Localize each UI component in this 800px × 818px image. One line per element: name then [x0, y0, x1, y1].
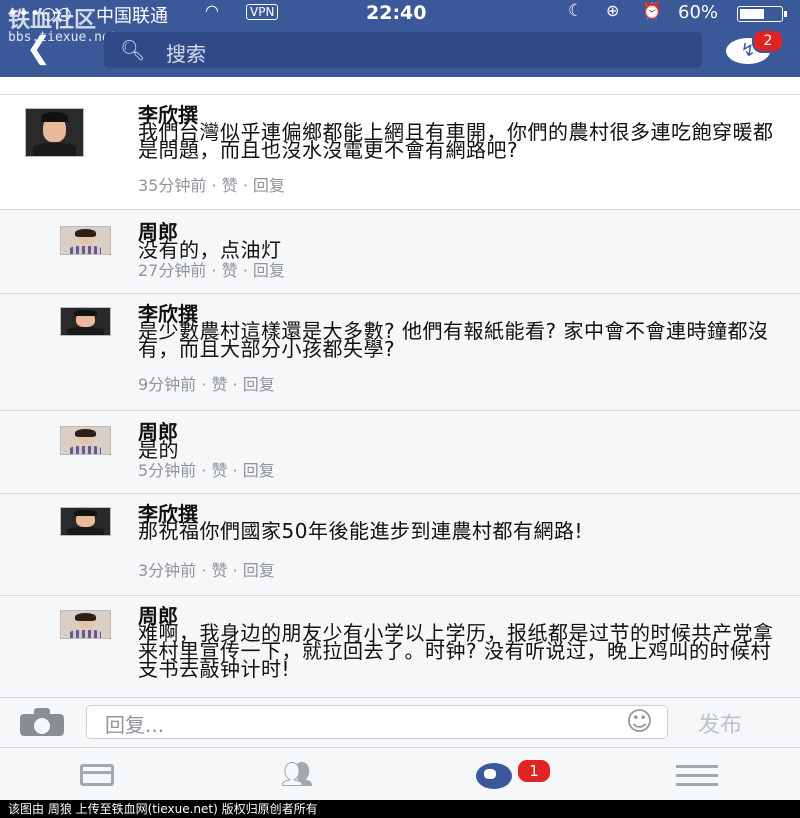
- wifi-icon: ◠: [205, 1, 219, 20]
- comment-meta: 3分钟前 · 赞 · 回复: [138, 561, 275, 580]
- battery-percent: 60%: [678, 2, 719, 23]
- camera-icon: [34, 718, 50, 734]
- reply-item: 李欣撰 那祝福你們國家50年後能進步到連農村都有網路! 3分钟前 · 赞 · 回…: [0, 494, 800, 596]
- reply-item: 周郎 没有的，点油灯 27分钟前 · 赞 · 回复: [0, 210, 800, 294]
- like-link[interactable]: 赞: [222, 261, 238, 280]
- clock: 22:40: [366, 2, 427, 24]
- avatar[interactable]: [60, 226, 111, 255]
- reply-link[interactable]: 回复: [243, 561, 275, 580]
- avatar[interactable]: [60, 426, 111, 455]
- previous-content-strip: [0, 77, 800, 95]
- tab-menu[interactable]: [672, 758, 722, 792]
- chevron-left-icon: ❮: [26, 31, 52, 66]
- reply-link[interactable]: 回复: [243, 375, 275, 394]
- comment-meta: 5分钟前 · 赞 · 回复: [138, 461, 275, 480]
- search-bar[interactable]: 🔍︎ 搜索: [104, 32, 702, 68]
- like-link[interactable]: 赞: [222, 176, 238, 195]
- like-link[interactable]: 赞: [211, 375, 227, 394]
- camera-button[interactable]: [20, 708, 64, 736]
- comment-text: 那祝福你們國家50年後能進步到連農村都有網路!: [138, 519, 583, 543]
- menu-icon: [676, 765, 718, 786]
- like-link[interactable]: 赞: [211, 461, 227, 480]
- reply-link[interactable]: 回复: [253, 261, 285, 280]
- publish-button[interactable]: 发布: [698, 707, 742, 739]
- comment-text: 是少數農村這樣還是大多數? 他們有報紙能看? 家中會不會連時鐘都沒有，而且大部分…: [138, 319, 769, 361]
- comment-time: 5分钟前: [138, 461, 197, 480]
- tab-friend-requests[interactable]: 👥︎: [272, 758, 322, 792]
- avatar[interactable]: [25, 108, 84, 157]
- tab-news-feed[interactable]: [72, 758, 122, 792]
- comment-text: 我們台灣似乎連偏鄉都能上網且有車開，你們的農村很多連吃飽穿暖都是問題，而且也沒水…: [138, 120, 774, 162]
- reply-link[interactable]: 回复: [253, 176, 285, 195]
- friends-icon: 👥︎: [280, 760, 314, 790]
- alarm-icon: ⏰: [642, 1, 662, 20]
- comment-time: 9分钟前: [138, 375, 197, 394]
- like-link[interactable]: 赞: [211, 561, 227, 580]
- do-not-disturb-icon: ☾: [568, 1, 584, 21]
- watermark-url: bbs.tiexue.net: [8, 30, 118, 45]
- comment-time: 3分钟前: [138, 561, 197, 580]
- reply-item: 周郎 难啊，我身边的朋友少有小学以上学历，报纸都是过节的时候共产党拿来村里宣传一…: [0, 596, 800, 697]
- comment-meta: 27分钟前 · 赞 · 回复: [138, 261, 285, 280]
- reply-placeholder: 回复...: [105, 713, 165, 737]
- search-icon: 🔍︎: [120, 38, 146, 62]
- emoji-icon[interactable]: ☺︎: [626, 708, 653, 736]
- top-bar: •••○○ 中国联通 ◠ VPN 22:40 ☾ ⊕ ⏰ 60% 铁血社区 bb…: [0, 0, 800, 77]
- image-credit: 该图由 周狼 上传至铁血网(tiexue.net) 版权归原创者所有: [0, 800, 800, 818]
- comment-meta: 9分钟前 · 赞 · 回复: [138, 375, 275, 394]
- messenger-badge: 2: [752, 29, 784, 53]
- comment-text: 没有的，点油灯: [138, 238, 282, 262]
- avatar[interactable]: [60, 610, 111, 639]
- news-feed-icon: [80, 764, 114, 786]
- back-button[interactable]: ❮: [26, 34, 51, 64]
- rotation-lock-icon: ⊕: [606, 1, 620, 20]
- avatar[interactable]: [60, 307, 111, 336]
- battery-icon: [737, 6, 787, 22]
- comment-thread[interactable]: 李欣撰 我們台灣似乎連偏鄉都能上網且有車開，你們的農村很多連吃飽穿暖都是問題，而…: [0, 95, 800, 697]
- comment-meta: 35分钟前 · 赞 · 回复: [138, 176, 285, 195]
- comment-item: 李欣撰 我們台灣似乎連偏鄉都能上網且有車開，你們的農村很多連吃飽穿暖都是問題，而…: [0, 95, 800, 210]
- notification-badge: 1: [516, 758, 552, 784]
- comment-time: 27分钟前: [138, 261, 207, 280]
- reply-composer: 回复... ☺︎ 发布: [0, 697, 800, 748]
- reply-input[interactable]: 回复... ☺︎: [86, 705, 668, 739]
- carrier-name: 中国联通: [96, 6, 168, 27]
- avatar[interactable]: [60, 507, 111, 536]
- search-placeholder: 搜索: [166, 42, 206, 66]
- bottom-tab-bar: 👥︎: [0, 747, 800, 801]
- reply-item: 周郎 是的 5分钟前 · 赞 · 回复: [0, 411, 800, 494]
- battery-fill: [740, 9, 764, 19]
- comment-text: 是的: [138, 438, 179, 462]
- comment-time: 35分钟前: [138, 176, 207, 195]
- status-bar: •••○○ 中国联通 ◠ VPN 22:40 ☾ ⊕ ⏰ 60%: [0, 0, 800, 27]
- reply-link[interactable]: 回复: [243, 461, 275, 480]
- tab-notifications[interactable]: [470, 758, 520, 792]
- comment-text: 难啊，我身边的朋友少有小学以上学历，报纸都是过节的时候共产党拿来村里宣传一下，就…: [138, 621, 774, 681]
- reply-item: 李欣撰 是少數農村這樣還是大多數? 他們有報紙能看? 家中會不會連時鐘都沒有，而…: [0, 294, 800, 411]
- vpn-badge: VPN: [246, 4, 279, 20]
- globe-icon: [476, 763, 512, 789]
